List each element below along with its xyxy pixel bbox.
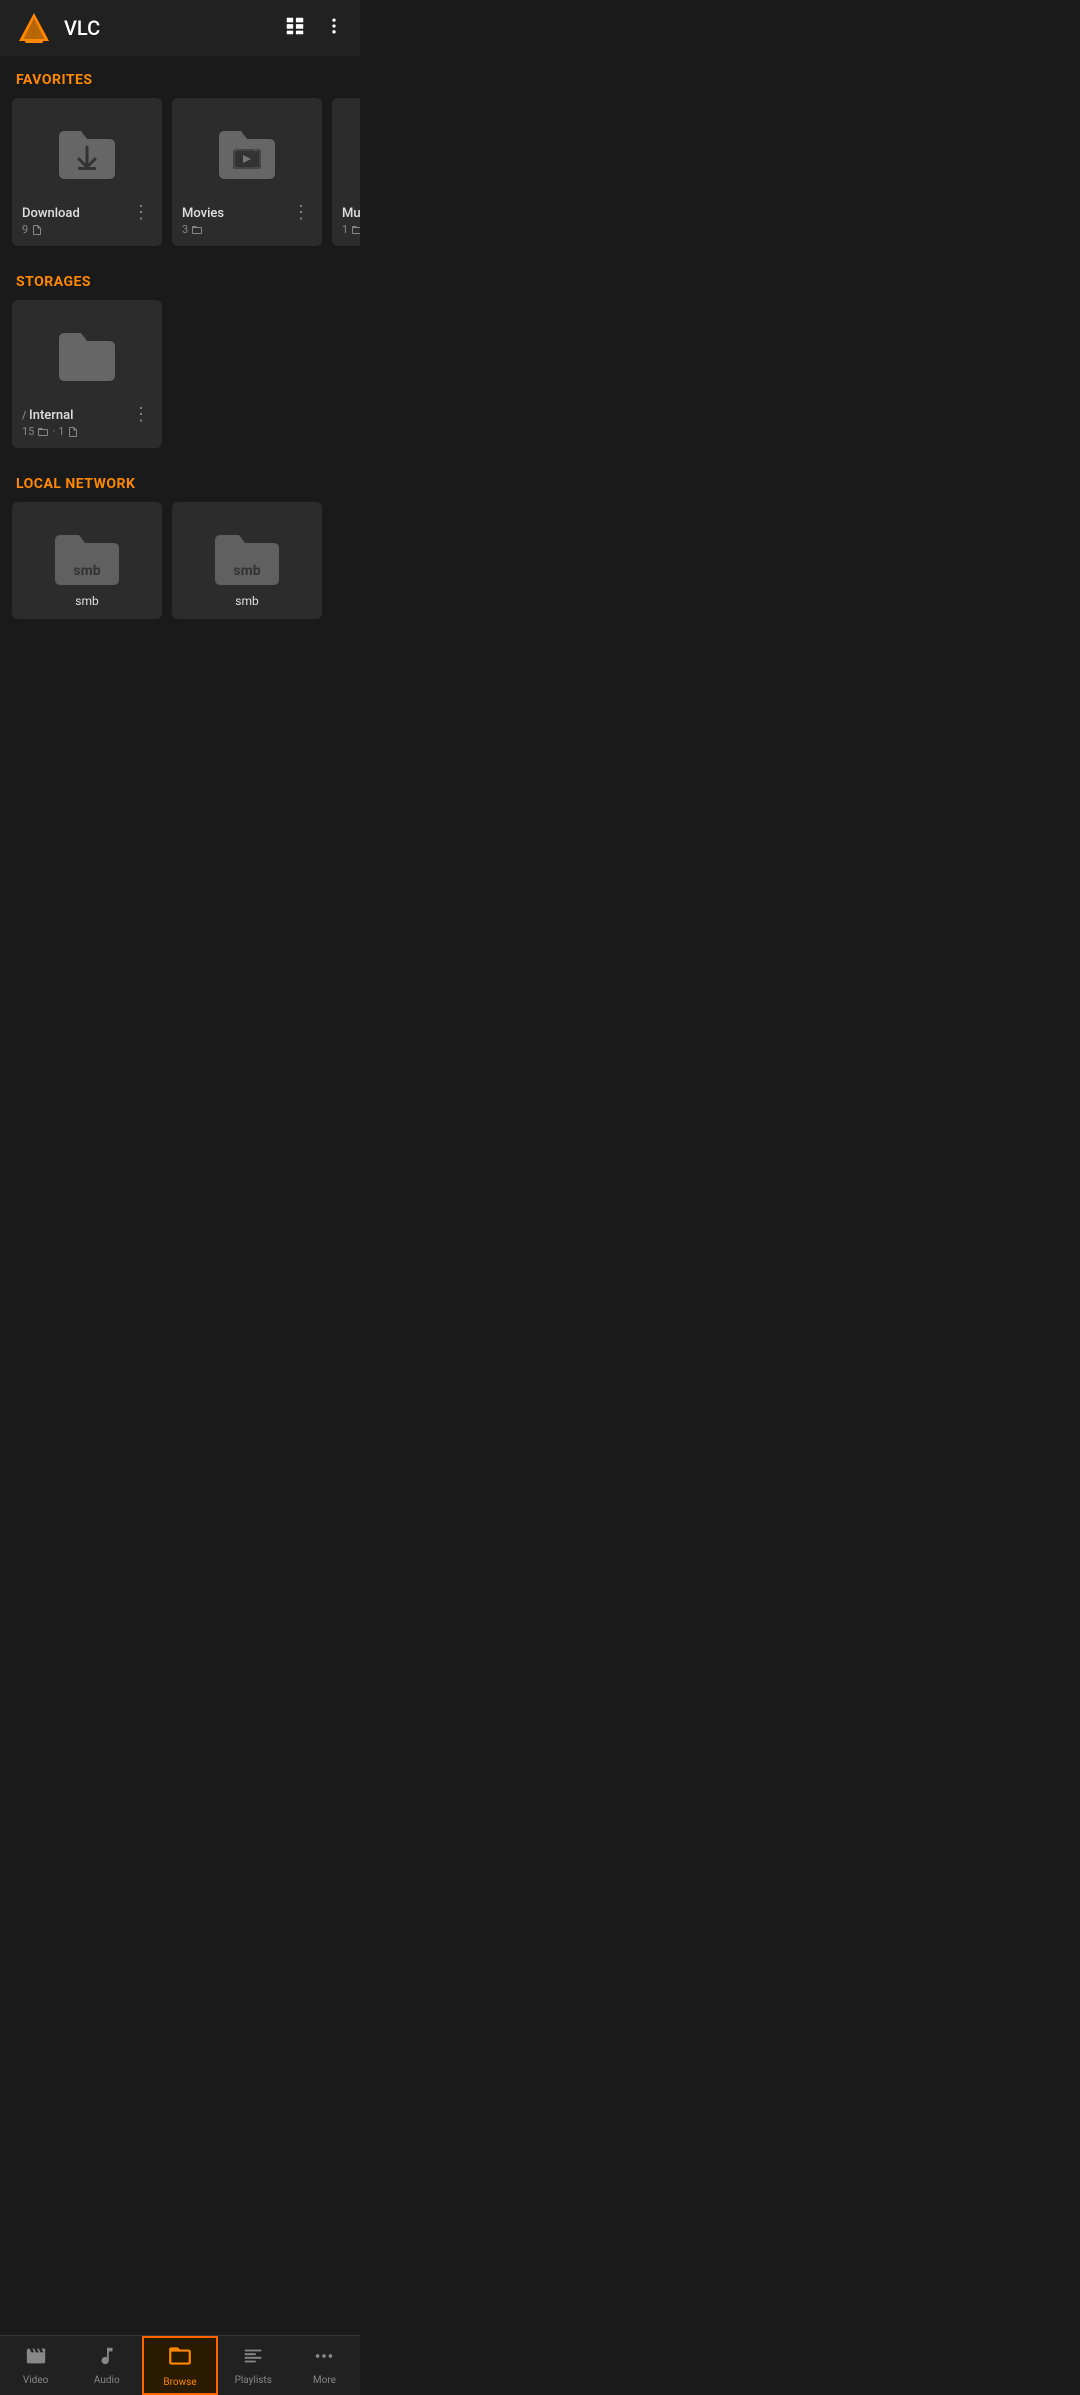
- audio-label: Audio: [94, 2375, 120, 2386]
- header-right: [284, 15, 344, 42]
- storage-internal-card[interactable]: / Internal 15 · 1 ⋮: [12, 300, 162, 448]
- internal-more-button[interactable]: ⋮: [130, 406, 152, 424]
- playlists-label: Playlists: [235, 2375, 272, 2386]
- svg-text:smb: smb: [233, 563, 260, 579]
- storages-section-title: Storages: [0, 258, 360, 300]
- download-more-button[interactable]: ⋮: [130, 204, 152, 222]
- download-meta: 9: [22, 223, 130, 236]
- app-header: VLC: [0, 0, 360, 56]
- vlc-logo: [16, 10, 52, 46]
- smb-card-1[interactable]: smb smb: [12, 502, 162, 619]
- movies-card-footer: Movies 3 ⋮: [182, 206, 312, 236]
- music-meta: 1: [342, 223, 360, 236]
- audio-icon: [96, 2345, 118, 2372]
- smb-folder-icon-2: smb: [182, 512, 312, 602]
- movies-folder-icon: [182, 108, 312, 198]
- internal-folder-icon: [22, 310, 152, 400]
- storages-grid: / Internal 15 · 1 ⋮: [0, 300, 360, 460]
- more-vertical-button[interactable]: [324, 16, 344, 41]
- favorites-grid: Download 9 ⋮: [0, 98, 360, 258]
- music-folder-icon: ♪: [342, 108, 360, 198]
- favorites-section-title: Favorites: [0, 56, 360, 98]
- movies-info: Movies 3: [182, 206, 290, 236]
- nav-video[interactable]: Video: [0, 2336, 71, 2395]
- local-network-grid: smb smb smb smb: [0, 502, 360, 631]
- local-network-section-title: Local Network: [0, 460, 360, 502]
- video-icon: [25, 2345, 47, 2372]
- favorite-download-card[interactable]: Download 9 ⋮: [12, 98, 162, 246]
- internal-info: / Internal 15 · 1: [22, 408, 130, 438]
- main-content: Favorites Download 9 ⋮: [0, 56, 360, 701]
- nav-audio[interactable]: Audio: [71, 2336, 142, 2395]
- playlists-icon: [242, 2345, 264, 2372]
- app-title: VLC: [64, 16, 100, 40]
- movies-name: Movies: [182, 206, 290, 221]
- grid-view-button[interactable]: [284, 15, 306, 42]
- header-left: VLC: [16, 10, 100, 46]
- browse-icon: [167, 2343, 193, 2374]
- nav-browse[interactable]: Browse: [142, 2336, 217, 2395]
- download-info: Download 9: [22, 206, 130, 236]
- browse-label: Browse: [163, 2377, 196, 2388]
- music-name: Music: [342, 206, 360, 221]
- nav-more[interactable]: More: [289, 2336, 360, 2395]
- download-card-footer: Download 9 ⋮: [22, 206, 152, 236]
- music-card-footer: Music 1 ⋮: [342, 206, 360, 236]
- bottom-navigation: Video Audio Browse Playlists: [0, 2335, 360, 2395]
- more-label: More: [313, 2375, 336, 2386]
- smb-folder-icon-1: smb: [22, 512, 152, 602]
- internal-name: / Internal: [22, 408, 130, 423]
- smb-label-2: smb: [235, 594, 258, 608]
- music-info: Music 1: [342, 206, 360, 236]
- smb-label-1: smb: [75, 594, 98, 608]
- movies-more-button[interactable]: ⋮: [290, 204, 312, 222]
- download-name: Download: [22, 206, 130, 221]
- internal-card-footer: / Internal 15 · 1 ⋮: [22, 408, 152, 438]
- more-icon: [313, 2345, 335, 2372]
- favorite-music-card[interactable]: ♪ Music 1 ⋮: [332, 98, 360, 246]
- download-folder-icon: [22, 108, 152, 198]
- video-label: Video: [23, 2375, 48, 2386]
- internal-meta: 15 · 1: [22, 425, 130, 438]
- svg-text:smb: smb: [73, 563, 100, 579]
- movies-meta: 3: [182, 223, 290, 236]
- smb-card-2[interactable]: smb smb: [172, 502, 322, 619]
- nav-playlists[interactable]: Playlists: [218, 2336, 289, 2395]
- favorite-movies-card[interactable]: Movies 3 ⋮: [172, 98, 322, 246]
